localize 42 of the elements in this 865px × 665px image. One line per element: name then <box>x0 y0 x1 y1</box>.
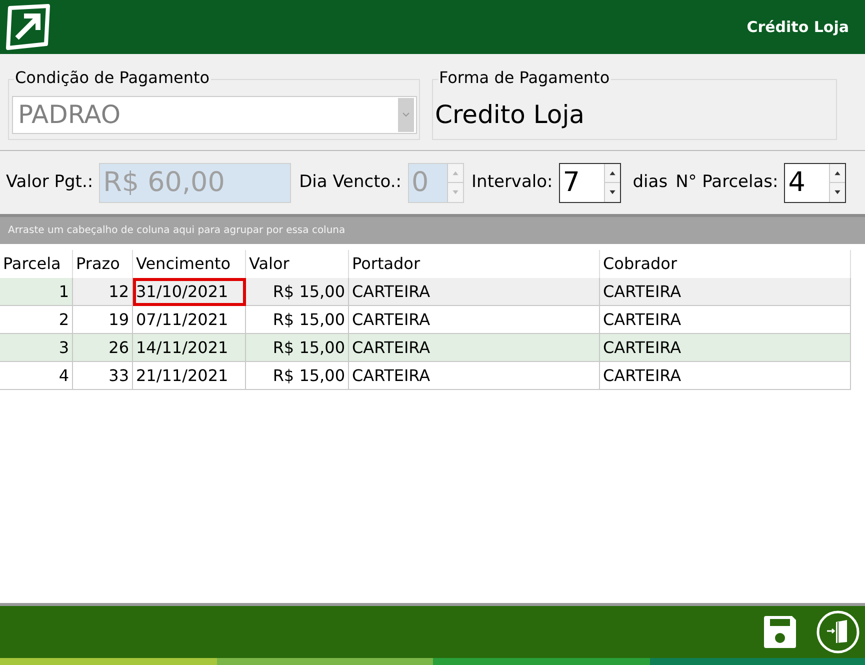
table-cell: CARTEIRA <box>349 306 600 334</box>
group-hint: Arraste um cabeçalho de coluna aqui para agrupar por essa coluna <box>8 224 346 238</box>
table-cell: CARTEIRA <box>600 362 851 390</box>
group-label: Forma de Pagamento <box>438 68 611 88</box>
column-header[interactable]: Vencimento <box>133 250 246 278</box>
table-cell: CARTEIRA <box>349 278 600 306</box>
table-cell: CARTEIRA <box>600 306 851 334</box>
window-title: Crédito Loja <box>746 16 849 38</box>
field-label: Intervalo: <box>472 170 553 194</box>
table-cell: 19 <box>73 306 133 334</box>
table-cell: 07/11/2021 <box>133 306 246 334</box>
table-cell: R$ 15,00 <box>246 334 349 362</box>
table-cell: R$ 15,00 <box>246 362 349 390</box>
column-header[interactable]: Valor <box>246 250 349 278</box>
table-cell: 12 <box>73 278 133 306</box>
table-cell: CARTEIRA <box>349 334 600 362</box>
table-cell: CARTEIRA <box>600 278 851 306</box>
group-label: Condição de Pagamento <box>14 68 211 88</box>
table-row[interactable]: 3 26 14/11/2021 R$ 15,00 CARTEIRA CARTEIRA <box>0 334 865 362</box>
field-label: Valor Pgt.: <box>6 170 94 194</box>
table-cell: CARTEIRA <box>600 334 851 362</box>
table-cell: 4 <box>0 362 73 390</box>
table-row[interactable]: 2 19 07/11/2021 R$ 15,00 CARTEIRA CARTEIRA <box>0 306 865 334</box>
table-row[interactable]: 4 33 21/11/2021 R$ 15,00 CARTEIRA CARTEIRA <box>0 362 865 390</box>
table-row[interactable]: 1 12 31/10/2021 R$ 15,00 CARTEIRA CARTEIRA <box>0 278 865 306</box>
table-cell: 3 <box>0 334 73 362</box>
table-cell: 14/11/2021 <box>133 334 246 362</box>
table-cell: R$ 15,00 <box>246 278 349 306</box>
table-cell: CARTEIRA <box>349 362 600 390</box>
table-cell: 33 <box>73 362 133 390</box>
table-cell: 1 <box>0 278 73 306</box>
table-cell: 26 <box>73 334 133 362</box>
field-label: Dia Vencto.: <box>299 170 402 194</box>
table-cell: 2 <box>0 306 73 334</box>
table-cell: 31/10/2021 <box>133 278 246 306</box>
unit-label: dias <box>632 170 668 194</box>
field-label: N° Parcelas: <box>676 170 778 194</box>
payment-method: Credito Loja <box>435 99 584 131</box>
table-cell: R$ 15,00 <box>246 306 349 334</box>
spin-field[interactable]: 4 <box>784 162 846 202</box>
spin-field[interactable]: 7 <box>558 162 621 202</box>
table-cell: 21/11/2021 <box>133 362 246 390</box>
